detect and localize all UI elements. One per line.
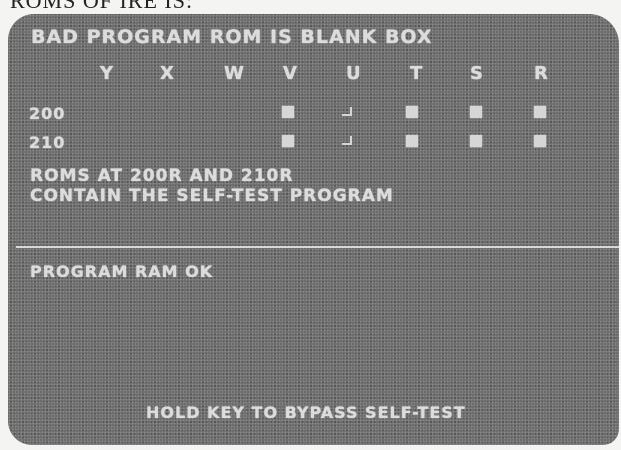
note-line-2: CONTAIN THE SELF-TEST PROGRAM (30, 186, 394, 206)
column-header-v: V (283, 63, 298, 84)
rom-cell-210-t (406, 135, 418, 147)
note-line-1: ROMS AT 200R AND 210R (30, 166, 294, 186)
screen-divider (16, 246, 619, 248)
rom-cell-210-s (470, 135, 482, 147)
column-header-x: X (160, 63, 175, 84)
row-label-210: 210 (29, 133, 66, 152)
screen-title: BAD PROGRAM ROM IS BLANK BOX (31, 26, 433, 48)
row-label-200: 200 (29, 104, 66, 123)
column-header-u: U (346, 63, 362, 84)
column-header-y: Y (100, 63, 115, 84)
crt-screen: BAD PROGRAM ROM IS BLANK BOX Y X W V U T… (8, 14, 619, 445)
page-caption: ROMS OF IRE IS: (10, 0, 194, 13)
column-header-t: T (410, 63, 424, 84)
rom-cell-200-s (470, 106, 482, 118)
footer-text: HOLD KEY TO BYPASS SELF-TEST (146, 403, 466, 422)
rom-cell-200-u-blank (342, 107, 352, 116)
column-header-s: S (470, 63, 484, 84)
rom-cell-200-t (406, 106, 418, 118)
rom-cell-210-u-blank (342, 136, 352, 145)
rom-cell-200-v (282, 106, 294, 118)
photo-page: ROMS OF IRE IS: BAD PROGRAM ROM IS BLANK… (0, 0, 621, 450)
column-header-w: W (224, 63, 245, 84)
rom-cell-210-r (534, 135, 546, 147)
status-text: PROGRAM RAM OK (30, 262, 214, 281)
rom-cell-200-r (534, 106, 546, 118)
rom-cell-210-v (282, 135, 294, 147)
column-header-r: R (534, 63, 549, 84)
